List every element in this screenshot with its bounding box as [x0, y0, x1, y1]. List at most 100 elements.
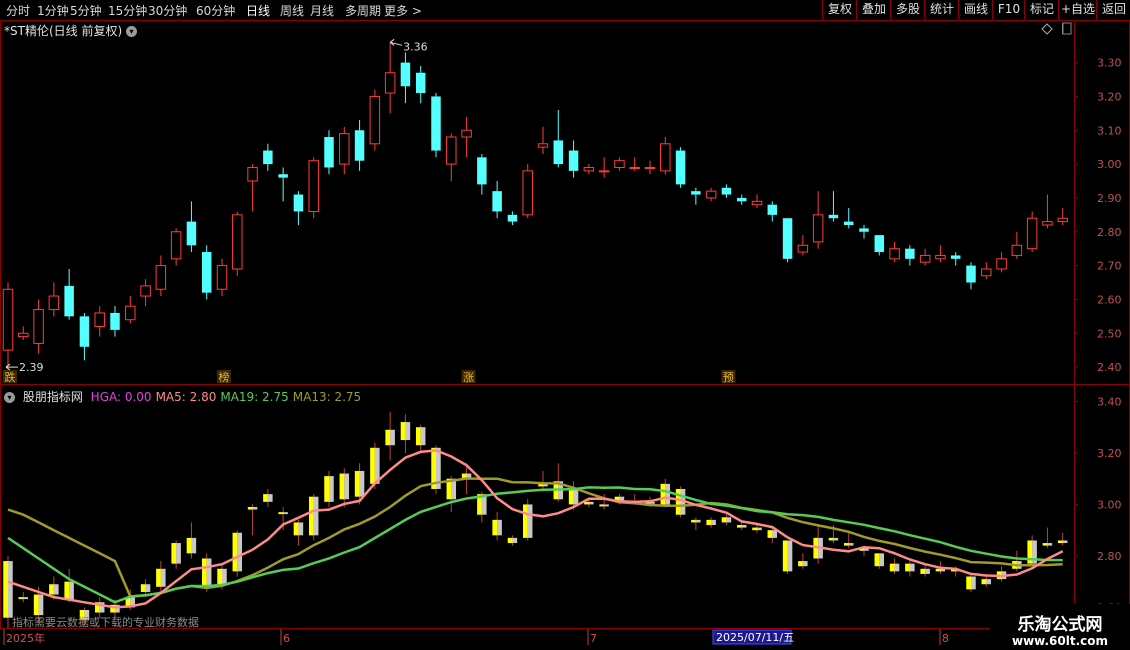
candle-body	[384, 72, 396, 94]
indicator-bar-right	[925, 568, 930, 574]
candle-body	[782, 218, 793, 259]
candle-body	[415, 72, 426, 94]
candle-body	[64, 285, 74, 317]
indicator-bar-left	[64, 581, 70, 600]
indicator-bar-right	[665, 483, 671, 505]
indicator-bar-left	[920, 568, 926, 574]
price-tick-label: 2.50	[1097, 327, 1122, 340]
candle-body	[812, 214, 824, 243]
indicator-bar-left	[782, 540, 788, 572]
indicator-bar-left	[492, 519, 498, 536]
candle-body	[339, 133, 350, 165]
candle-body	[874, 235, 885, 253]
legend-item-0: HGA: 0.00	[90, 390, 152, 404]
date-label: 2025年	[6, 631, 45, 645]
watermark-url: www.60lt.com	[1011, 634, 1109, 648]
candle-body	[125, 305, 136, 321]
candle-body	[431, 96, 441, 151]
candle-body	[1026, 217, 1038, 250]
candle-body	[278, 174, 288, 178]
indicator-bar-left	[905, 563, 910, 572]
candle-body	[797, 244, 809, 253]
indicator-tick-label: 2.80	[1097, 550, 1122, 563]
legend-item-2: MA19: 2.75	[220, 390, 289, 404]
candle-body	[140, 285, 151, 297]
watermark: 乐淘公式网 www.60lt.com	[990, 604, 1130, 650]
indicator-bar-right	[802, 561, 808, 567]
candle-body	[1011, 244, 1023, 256]
indicator-bar-right	[267, 494, 273, 502]
indicator-bar-right	[848, 543, 854, 546]
candle-body	[33, 309, 44, 344]
indicator-bar-left	[752, 527, 757, 531]
chevron-down-icon[interactable]: ▾	[125, 26, 137, 37]
indicator-bar-left	[507, 537, 513, 544]
indicator-bar-left	[706, 519, 712, 526]
candle-body	[996, 258, 1007, 270]
indicator-bar-left	[1057, 540, 1063, 544]
candle-body	[644, 166, 656, 169]
candle-body	[216, 265, 228, 290]
candle-body	[751, 200, 763, 206]
indicator-bar-left	[691, 519, 696, 523]
indicator-bar-right	[344, 473, 350, 500]
price-chart[interactable]: 3.30 3.20 3.10 3.00 2.90 2.80 2.70 2.60 2.50 2.40…	[0, 0, 1130, 650]
chart-frame	[0, 20, 1130, 629]
indicator-bar-right	[206, 558, 212, 587]
price-tick-label: 2.60	[1097, 293, 1122, 306]
indicator-bar-right	[909, 563, 915, 572]
indicator-bar-right	[741, 525, 747, 528]
indicator-bar-left	[415, 427, 421, 446]
indicator-bar-right	[237, 532, 243, 572]
scroll-box	[1062, 22, 1072, 35]
indicator-name: 股朋指标网	[22, 390, 83, 404]
indicator-bar-left	[828, 537, 834, 541]
stock-title: *ST精伦(日线 前复权)	[4, 24, 123, 38]
candle-body	[79, 316, 90, 347]
candle-body	[950, 255, 961, 259]
indicator-bar-left	[308, 496, 314, 536]
candle-body	[583, 166, 595, 172]
indicator-bar-right	[329, 476, 334, 502]
candle-body	[155, 265, 167, 290]
indicator-bar-left	[966, 576, 971, 590]
indicator-bar-left	[354, 470, 360, 497]
legend-item-3: MA13: 2.75	[292, 390, 362, 404]
indicator-bar-left	[232, 532, 238, 572]
indicator-bar-right	[222, 568, 227, 585]
indicator-bar-left	[171, 543, 177, 564]
indicator-bar-left	[370, 447, 375, 484]
indicator-bar-left	[400, 422, 406, 441]
price-tick-label: 3.30	[1097, 57, 1122, 70]
indicator-bar-right	[588, 501, 594, 505]
candle-body	[537, 143, 549, 148]
indicator-tick-label: 3.00	[1097, 498, 1122, 511]
indicator-bar-right	[971, 576, 976, 590]
indicator-bar-left	[3, 561, 8, 618]
candle-body	[48, 295, 60, 311]
indicator-bar-right	[160, 568, 166, 587]
price-tick-label: 3.20	[1097, 90, 1122, 103]
candle-body	[461, 129, 472, 138]
candle-body	[232, 214, 243, 270]
candle-body	[614, 160, 625, 168]
indicator-tick-label: 3.40	[1097, 395, 1122, 408]
candle-body	[629, 166, 640, 169]
indicator-bar-right	[986, 579, 992, 585]
ma-line-19	[7, 486, 1063, 604]
candle-body	[828, 214, 839, 219]
candle-body	[354, 130, 365, 161]
indicator-bar-right	[726, 517, 732, 523]
candle-body	[94, 312, 105, 327]
candle-body	[1057, 217, 1068, 223]
indicator-tick-label: 3.20	[1097, 447, 1122, 460]
indicator-bar-right	[604, 504, 609, 507]
indicator-bar-right	[8, 561, 13, 618]
indicator-bar-right	[38, 594, 44, 616]
indicator-bar-left	[324, 476, 329, 502]
indicator-bar-left	[935, 568, 941, 572]
chevron-down-icon[interactable]: ▾	[4, 392, 15, 403]
chart-title: *ST精伦(日线 前复权) ▾	[4, 22, 137, 39]
candle-body	[859, 228, 869, 232]
indicator-bar-right	[359, 470, 365, 497]
